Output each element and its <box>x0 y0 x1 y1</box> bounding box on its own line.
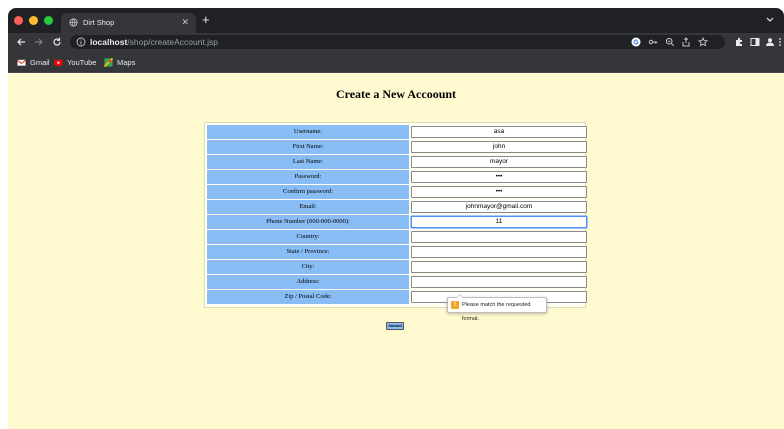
form-row-confirm-password: Confirm password: ••• <box>207 185 587 199</box>
form-row-last-name: Last Name: mayor <box>207 155 587 169</box>
username-input[interactable]: asa <box>411 126 587 138</box>
gmail-icon <box>17 59 26 66</box>
form-row-city: City: <box>207 260 587 274</box>
confirm-password-input[interactable]: ••• <box>411 186 587 198</box>
validation-tooltip: ! Please match the requested format. <box>447 294 547 322</box>
new-tab-button[interactable]: + <box>202 13 210 27</box>
email-input[interactable]: johnmayor@gmail.com <box>411 201 587 213</box>
tab-bar: Dirt Shop ✕ + <box>8 8 784 33</box>
bookmark-youtube[interactable]: YouTube <box>54 57 96 67</box>
tab-dirt-shop[interactable]: Dirt Shop ✕ <box>61 13 196 33</box>
url-text: localhost/shop/createAccount.jsp <box>90 37 219 47</box>
first-name-label: First Name: <box>207 140 409 154</box>
address-input[interactable] <box>411 276 587 288</box>
validation-message: Please match the requested format. <box>462 302 531 322</box>
phone-input[interactable]: 11 <box>411 216 587 228</box>
form-row-state: State / Province: <box>207 245 587 259</box>
bookmark-gmail[interactable]: Gmail <box>17 57 50 67</box>
city-input[interactable] <box>411 261 587 273</box>
form-row-phone: Phone Number (000-000-0000): 11 <box>207 215 587 229</box>
close-tab-icon[interactable]: ✕ <box>181 17 189 28</box>
chevron-down-icon[interactable] <box>766 15 774 23</box>
page-content: Create a New Accoount Username: asa Firs… <box>8 73 784 429</box>
confirm-password-label: Confirm password: <box>207 185 409 199</box>
form-row-email: Email: johnmayor@gmail.com <box>207 200 587 214</box>
form-row-username: Username: asa <box>207 125 587 139</box>
submit-button[interactable]: Submit <box>386 322 404 330</box>
puzzle-icon[interactable] <box>734 37 744 47</box>
email-label: Email: <box>207 200 409 214</box>
last-name-input[interactable]: mayor <box>411 156 587 168</box>
state-label: State / Province: <box>207 245 409 259</box>
address-label: Address: <box>207 275 409 289</box>
close-window-button[interactable] <box>14 16 23 25</box>
first-name-input[interactable]: john <box>411 141 587 153</box>
youtube-icon <box>54 59 63 66</box>
share-icon[interactable] <box>681 37 691 47</box>
create-account-form: Username: asa First Name: john Last Name… <box>204 122 587 308</box>
warning-icon: ! <box>451 301 459 309</box>
last-name-label: Last Name: <box>207 155 409 169</box>
page-title: Create a New Accoount <box>335 87 457 101</box>
minimize-window-button[interactable] <box>29 16 38 25</box>
form-row-password: Password: ••• <box>207 170 587 184</box>
tooltip-arrow-inner <box>457 295 463 298</box>
maximize-window-button[interactable] <box>44 16 53 25</box>
bookmarks-bar: Gmail YouTube Maps <box>8 51 784 73</box>
forward-arrow-icon[interactable] <box>34 37 44 47</box>
phone-label: Phone Number (000-000-0000): <box>207 215 409 229</box>
google-icon[interactable] <box>631 37 641 47</box>
password-label: Password: <box>207 170 409 184</box>
browser-window: Dirt Shop ✕ + localhost/shop/createAccou… <box>8 8 784 429</box>
back-arrow-icon[interactable] <box>16 37 26 47</box>
zoom-icon[interactable] <box>665 37 675 47</box>
maps-icon <box>104 57 113 67</box>
tab-title: Dirt Shop <box>83 18 115 27</box>
star-icon[interactable] <box>698 37 708 47</box>
toolbar: localhost/shop/createAccount.jsp <box>8 33 784 51</box>
country-input[interactable] <box>411 231 587 243</box>
password-input[interactable]: ••• <box>411 171 587 183</box>
city-label: City: <box>207 260 409 274</box>
bookmark-maps[interactable]: Maps <box>104 57 135 67</box>
zip-label: Zip / Postal Code: <box>207 290 409 304</box>
form-row-first-name: First Name: john <box>207 140 587 154</box>
more-menu-icon[interactable] <box>778 37 782 47</box>
profile-icon[interactable] <box>765 37 775 47</box>
info-icon[interactable] <box>76 37 86 47</box>
key-icon[interactable] <box>648 37 658 47</box>
form-row-address: Address: <box>207 275 587 289</box>
form-row-country: Country: <box>207 230 587 244</box>
reload-icon[interactable] <box>52 37 62 47</box>
state-input[interactable] <box>411 246 587 258</box>
globe-icon <box>69 18 78 27</box>
country-label: Country: <box>207 230 409 244</box>
side-panel-icon[interactable] <box>750 37 760 47</box>
address-bar[interactable]: localhost/shop/createAccount.jsp <box>70 35 725 49</box>
username-label: Username: <box>207 125 409 139</box>
